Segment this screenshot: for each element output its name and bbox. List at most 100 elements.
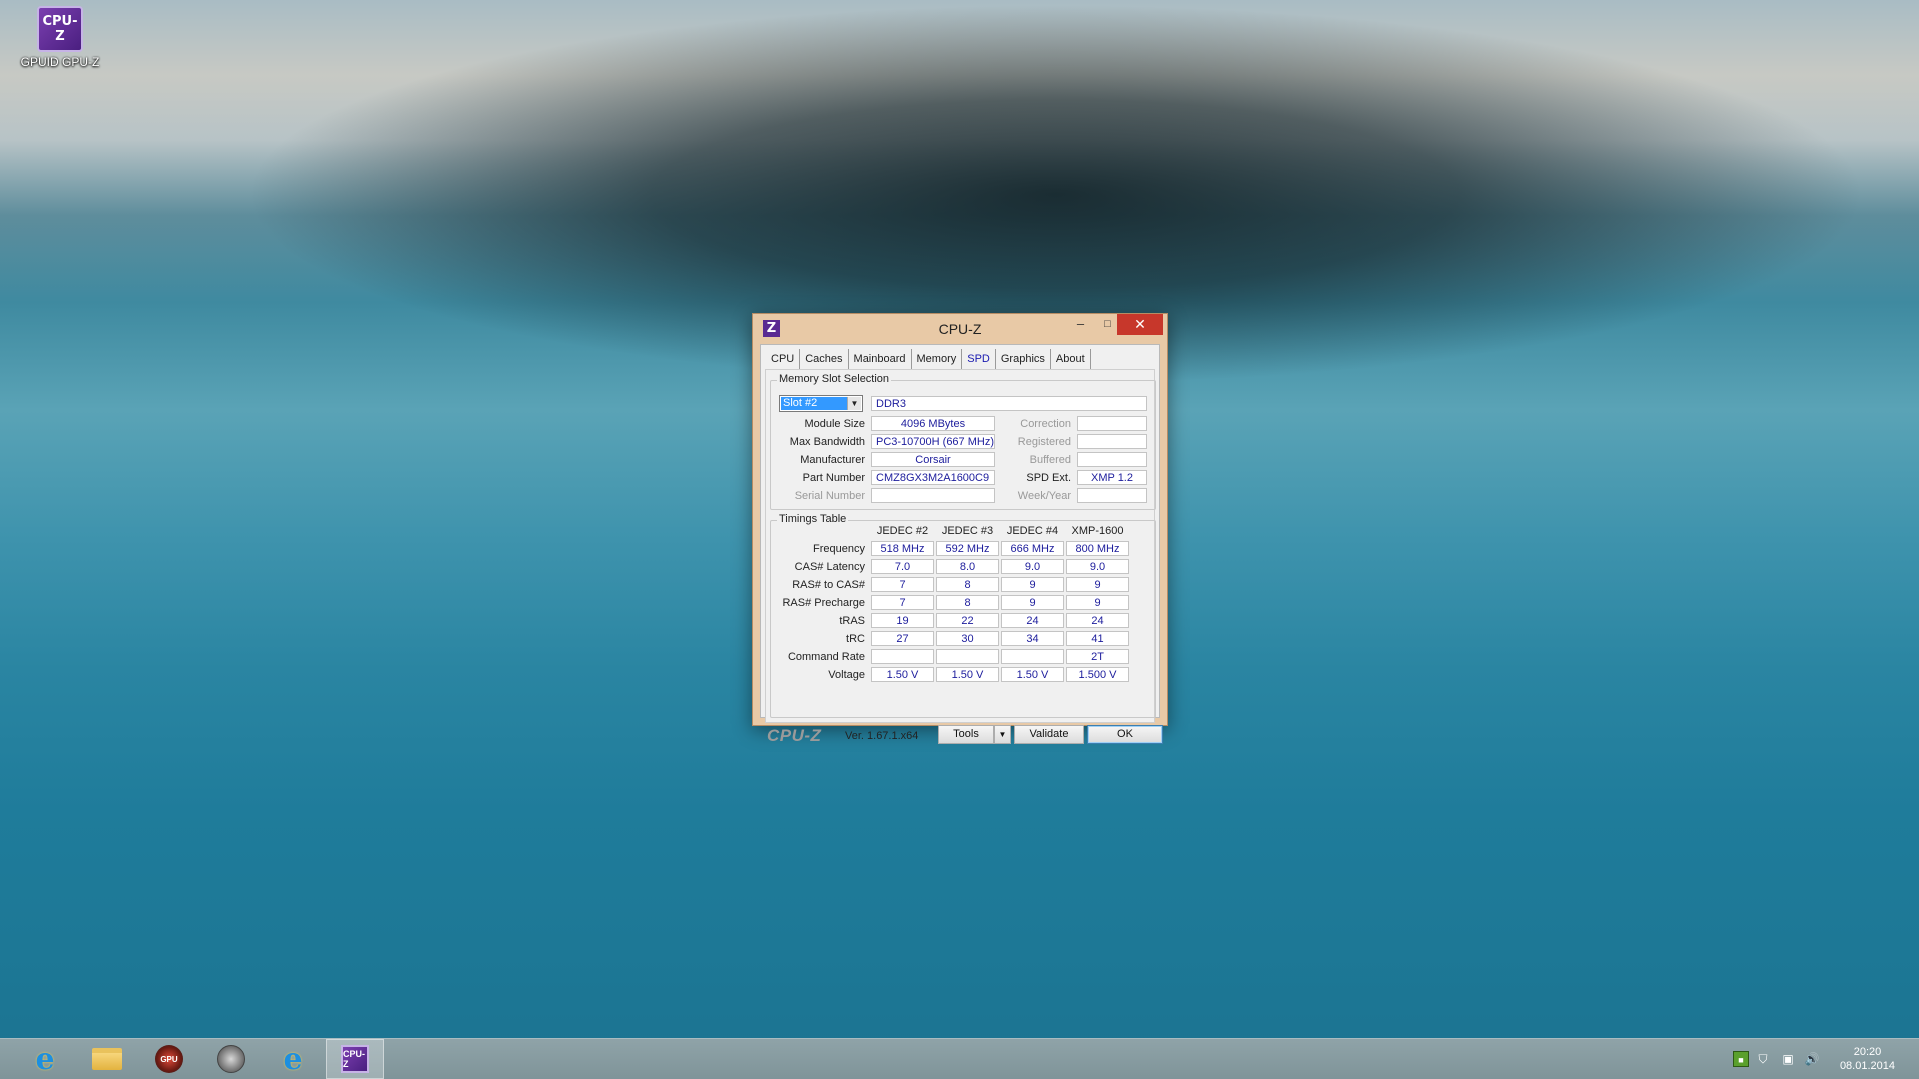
- folder-icon: [92, 1048, 122, 1070]
- title-bar[interactable]: Z CPU-Z – □ ✕: [753, 314, 1167, 344]
- memory-slot-group: Memory Slot Selection Slot #2 ▼ DDR3 Mod…: [770, 373, 1156, 510]
- window-footer: CPU-Z Ver. 1.67.1.x64 Tools ▼ Validate O…: [761, 723, 1163, 745]
- taskbar-media-player[interactable]: [202, 1039, 260, 1079]
- max-bandwidth-value: PC3-10700H (667 MHz): [871, 434, 995, 449]
- tools-button[interactable]: Tools: [938, 725, 994, 744]
- timings-cell: 41: [1066, 631, 1129, 646]
- tab-about[interactable]: About: [1051, 349, 1091, 369]
- tab-cpu[interactable]: CPU: [766, 349, 801, 369]
- timings-cell: 1.50 V: [871, 667, 934, 682]
- network-tray-icon[interactable]: ▣: [1780, 1051, 1796, 1067]
- slot-select[interactable]: Slot #2 ▼: [779, 395, 863, 412]
- buffered-label: Buffered: [1029, 454, 1071, 466]
- timings-cell: 9: [1001, 577, 1064, 592]
- taskbar-gpu-tweak[interactable]: GPU: [140, 1039, 198, 1079]
- timings-column-header: JEDEC #3: [941, 525, 994, 537]
- clock-time: 20:20: [1853, 1046, 1882, 1058]
- cpuz-window: Z CPU-Z – □ ✕ CPU Caches Mainboard Memor…: [752, 313, 1168, 745]
- timings-row-label: Command Rate: [787, 651, 865, 663]
- timings-cell: 518 MHz: [871, 541, 934, 556]
- timings-row-label: RAS# Precharge: [782, 597, 865, 609]
- timings-cell: 666 MHz: [1001, 541, 1064, 556]
- memory-type-field: DDR3: [871, 396, 1147, 411]
- taskbar-internet-explorer-2[interactable]: e: [264, 1039, 322, 1079]
- taskbar-internet-explorer[interactable]: e: [16, 1039, 74, 1079]
- tab-spd[interactable]: SPD: [962, 349, 996, 369]
- tab-strip: CPU Caches Mainboard Memory SPD Graphics…: [766, 349, 1091, 369]
- timings-table-title: Timings Table: [777, 513, 849, 525]
- taskbar-cpu-z[interactable]: CPU-Z: [326, 1039, 384, 1079]
- module-size-label: Module Size: [804, 418, 865, 430]
- tab-mainboard[interactable]: Mainboard: [849, 349, 912, 369]
- clock-date: 08.01.2014: [1839, 1060, 1895, 1072]
- slot-selected-value: Slot #2: [781, 397, 847, 410]
- timings-cell: 30: [936, 631, 999, 646]
- timings-cell: 27: [871, 631, 934, 646]
- timings-cell: 24: [1001, 613, 1064, 628]
- tab-graphics[interactable]: Graphics: [996, 349, 1051, 369]
- security-tray-icon[interactable]: ⛉: [1755, 1051, 1771, 1067]
- nvidia-tray-icon[interactable]: ■: [1733, 1051, 1749, 1067]
- timings-cell: [871, 649, 934, 664]
- chevron-down-icon[interactable]: ▼: [847, 397, 861, 410]
- cpuz-brand-logo: CPU-Z: [767, 726, 822, 745]
- timings-cell: 8: [936, 577, 999, 592]
- minimize-button[interactable]: –: [1067, 314, 1094, 335]
- timings-column-header: JEDEC #2: [876, 525, 929, 537]
- timings-cell: 7: [871, 577, 934, 592]
- part-number-value: CMZ8GX3M2A1600C9: [871, 470, 995, 485]
- registered-label: Registered: [1017, 436, 1071, 448]
- timings-column-header: XMP-1600: [1071, 525, 1124, 537]
- validate-button[interactable]: Validate: [1014, 725, 1084, 744]
- taskbar-file-explorer[interactable]: [78, 1039, 136, 1079]
- cpuz-app-icon: CPU-Z: [37, 6, 83, 52]
- timings-row-label: RAS# to CAS#: [792, 579, 865, 591]
- tab-memory[interactable]: Memory: [912, 349, 963, 369]
- gpu-tweak-icon: GPU: [155, 1045, 183, 1073]
- registered-value: [1077, 434, 1147, 449]
- timings-cell: 7.0: [871, 559, 934, 574]
- timings-cell: 2T: [1066, 649, 1129, 664]
- chevron-down-icon: ▼: [998, 730, 1007, 739]
- week-year-label: Week/Year: [1017, 490, 1071, 502]
- part-number-label: Part Number: [802, 472, 865, 484]
- timings-cell: 9.0: [1066, 559, 1129, 574]
- timings-row-label: Voltage: [828, 669, 865, 681]
- spd-ext-label: SPD Ext.: [1026, 472, 1071, 484]
- ok-button[interactable]: OK: [1087, 725, 1163, 744]
- timings-column-header: JEDEC #4: [1006, 525, 1059, 537]
- serial-number-label: Serial Number: [794, 490, 865, 502]
- timings-cell: [1001, 649, 1064, 664]
- close-button[interactable]: ✕: [1117, 314, 1163, 335]
- timings-cell: 19: [871, 613, 934, 628]
- tools-dropdown-button[interactable]: ▼: [994, 725, 1011, 744]
- correction-value: [1077, 416, 1147, 431]
- desktop-icon-gpuz[interactable]: CPU-Z GPUID GPU-Z: [20, 6, 100, 69]
- timings-row-label: tRC: [846, 633, 865, 645]
- timings-cell: 7: [871, 595, 934, 610]
- timings-row-label: tRAS: [839, 615, 865, 627]
- timings-cell: 8.0: [936, 559, 999, 574]
- manufacturer-label: Manufacturer: [800, 454, 865, 466]
- timings-cell: [936, 649, 999, 664]
- timings-cell: 800 MHz: [1066, 541, 1129, 556]
- taskbar: e GPU e CPU-Z ■ ⛉ ▣ 🔊 20:20 08.01.2014: [0, 1038, 1919, 1079]
- timings-cell: 1.50 V: [936, 667, 999, 682]
- timings-cell: 9: [1001, 595, 1064, 610]
- memory-slot-group-title: Memory Slot Selection: [777, 373, 892, 385]
- version-text: Ver. 1.67.1.x64: [845, 730, 919, 742]
- timings-cell: 34: [1001, 631, 1064, 646]
- window-client: CPU Caches Mainboard Memory SPD Graphics…: [760, 344, 1163, 745]
- system-clock[interactable]: 20:20 08.01.2014: [1840, 1045, 1895, 1073]
- timings-cell: 24: [1066, 613, 1129, 628]
- internet-explorer-icon: e: [35, 1041, 55, 1077]
- correction-label: Correction: [1020, 418, 1071, 430]
- timings-cell: 9.0: [1001, 559, 1064, 574]
- timings-cell: 1.50 V: [1001, 667, 1064, 682]
- tab-caches[interactable]: Caches: [800, 349, 849, 369]
- volume-tray-icon[interactable]: 🔊: [1804, 1051, 1820, 1067]
- timings-cell: 22: [936, 613, 999, 628]
- serial-number-value: [871, 488, 995, 503]
- buffered-value: [1077, 452, 1147, 467]
- timings-row-label: Frequency: [813, 543, 865, 555]
